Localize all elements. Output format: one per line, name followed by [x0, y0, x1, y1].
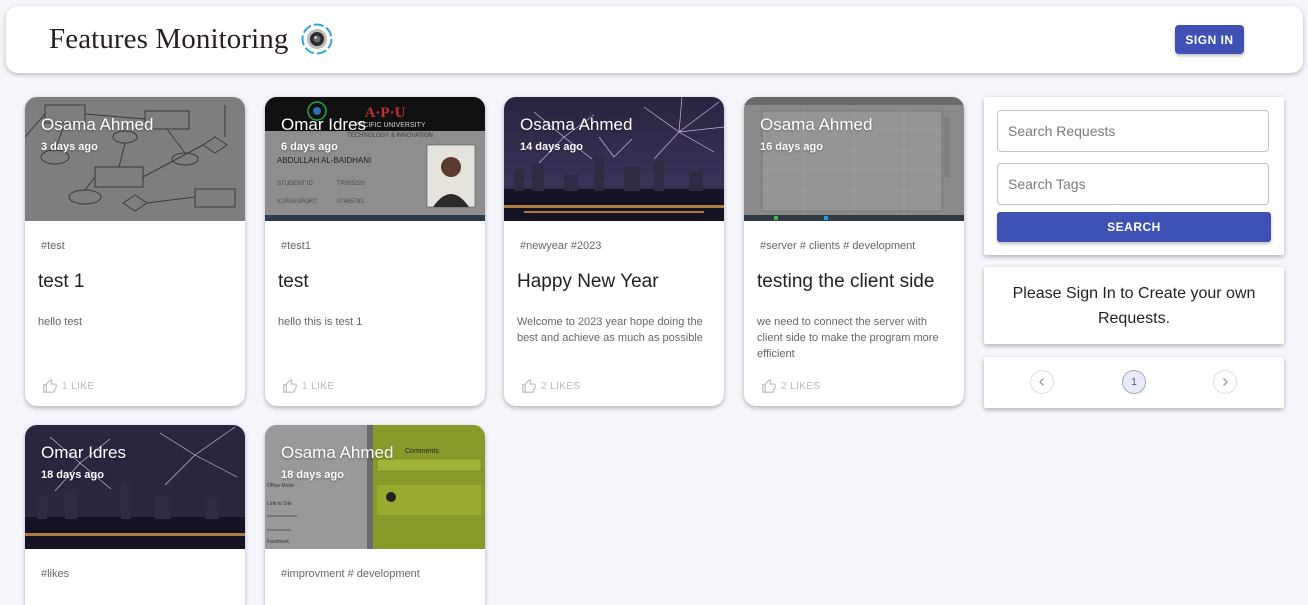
svg-text:07485783: 07485783: [337, 199, 364, 205]
request-card[interactable]: A·P·U PACIFIC UNIVERSITY TECHNOLOGY & IN…: [265, 97, 485, 406]
card-author: Osama Ahmed: [41, 115, 154, 134]
card-description: hello test: [38, 316, 83, 328]
search-panel: SEARCH: [984, 97, 1284, 255]
search-requests-input[interactable]: [997, 110, 1269, 152]
card-title: Happy New Year: [517, 271, 659, 292]
card-author: Omar Idres: [41, 443, 127, 462]
card-tags: #test1: [281, 240, 311, 252]
brand[interactable]: Features Monitoring: [49, 21, 333, 57]
card-author: Osama Ahmed: [760, 115, 873, 134]
card-title: test 1: [38, 271, 85, 292]
card-timestamp: 18 days ago: [281, 469, 344, 481]
card-tags: #test: [41, 240, 65, 252]
card-title: testing the client side: [757, 271, 935, 292]
page-button[interactable]: 1: [1122, 370, 1146, 394]
like-count: 2 LIKES: [541, 381, 581, 392]
app-bar: Features Monitoring SIGN IN: [6, 6, 1303, 73]
thumb-up-icon: [283, 379, 297, 393]
like-count: 1 LIKE: [302, 381, 335, 392]
card-author: Osama Ahmed: [520, 115, 633, 134]
card-timestamp: 3 days ago: [41, 141, 98, 153]
request-card[interactable]: Osama Ahmed 14 days ago #newyear #2023 H…: [504, 97, 724, 406]
search-button[interactable]: SEARCH: [997, 212, 1271, 242]
next-page-button[interactable]: [1213, 370, 1237, 394]
card-timestamp: 18 days ago: [41, 469, 104, 481]
svg-text:IC/PASSPORT:: IC/PASSPORT:: [277, 199, 318, 205]
card-tags: #server # clients # development: [760, 240, 916, 252]
like-button[interactable]: 2 LIKES: [761, 379, 821, 394]
svg-text:TP055229: TP055229: [337, 181, 365, 187]
chevron-left-icon: [1039, 378, 1044, 386]
card-tags: #likes: [41, 568, 70, 580]
card-tags: #newyear #2023: [520, 240, 602, 252]
svg-text:Facebook: Facebook: [267, 539, 289, 545]
svg-text:ABDULLAH AL-BAIDHANI: ABDULLAH AL-BAIDHANI: [277, 156, 371, 165]
sign-in-notice-text: Please Sign In to Create your own Reques…: [1012, 284, 1256, 327]
svg-text:Comments: Comments: [405, 448, 439, 455]
card-timestamp: 14 days ago: [520, 141, 583, 153]
like-count: 2 LIKES: [781, 381, 821, 392]
svg-text:Link to Site: Link to Site: [267, 501, 292, 507]
sign-in-notice: Please Sign In to Create your own Reques…: [984, 267, 1284, 344]
card-author: Osama Ahmed: [281, 443, 394, 462]
camera-lens-icon: [301, 23, 333, 55]
thumb-up-icon: [762, 379, 776, 393]
svg-text:STUDENT ID:: STUDENT ID:: [277, 181, 315, 187]
like-button[interactable]: 1 LIKE: [42, 379, 94, 394]
request-card[interactable]: Comments Office Mode Link to Site Facebo…: [265, 425, 485, 605]
card-tags: #improvment # development: [281, 568, 420, 580]
card-title: test: [278, 271, 309, 292]
thumb-up-icon: [522, 379, 536, 393]
pagination: 1: [984, 357, 1284, 408]
card-timestamp: 16 days ago: [760, 141, 823, 153]
previous-page-button[interactable]: [1030, 370, 1054, 394]
like-button[interactable]: 1 LIKE: [282, 379, 334, 394]
thumb-up-icon: [43, 379, 57, 393]
card-description: hello this is test 1: [278, 316, 363, 328]
chevron-right-icon: [1223, 378, 1228, 386]
request-card[interactable]: Osama Ahmed 3 days ago #test test 1 hell…: [25, 97, 245, 406]
svg-text:A·P·U: A·P·U: [365, 105, 406, 121]
search-tags-input[interactable]: [997, 163, 1269, 205]
like-button[interactable]: 2 LIKES: [521, 379, 581, 394]
app-title: Features Monitoring: [49, 22, 289, 55]
svg-text:Office Mode: Office Mode: [267, 483, 294, 489]
request-card[interactable]: Osama Ahmed 16 days ago #server # client…: [744, 97, 964, 406]
card-description: Welcome to 2023 year hope doing the best…: [517, 316, 703, 344]
card-author: Omar Idres: [281, 115, 367, 134]
card-description: we need to connect the server with clien…: [757, 316, 939, 360]
sign-in-button[interactable]: SIGN IN: [1175, 25, 1244, 54]
like-count: 1 LIKE: [62, 381, 95, 392]
request-card[interactable]: Omar Idres 18 days ago #likes: [25, 425, 245, 605]
card-timestamp: 6 days ago: [281, 141, 338, 153]
